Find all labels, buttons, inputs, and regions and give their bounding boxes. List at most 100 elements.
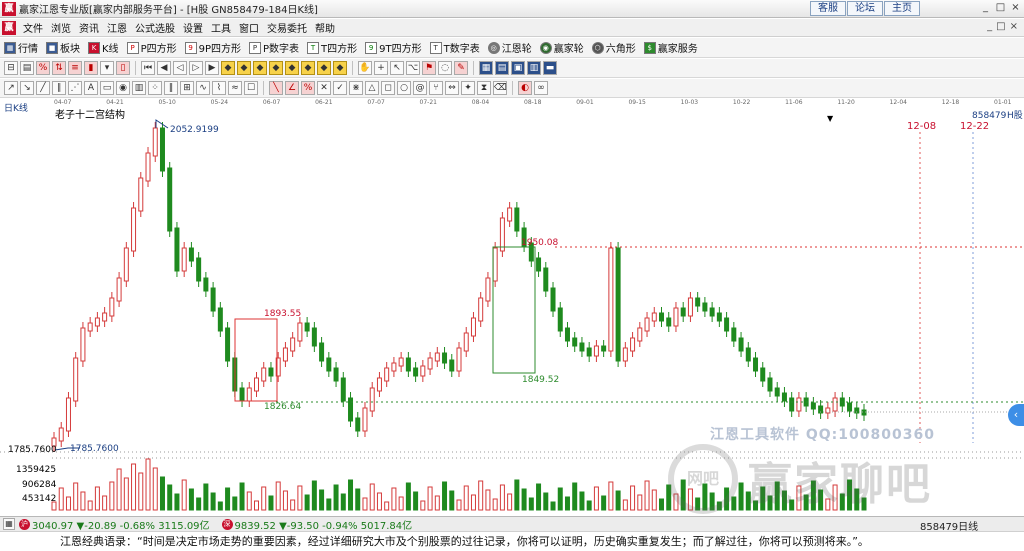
spiral-tool-icon[interactable]: @ bbox=[413, 81, 427, 95]
menu-settings[interactable]: 设置 bbox=[179, 20, 207, 35]
toolbar-t-square-button[interactable]: T T四方形 bbox=[307, 40, 357, 55]
forum-link[interactable]: 论坛 bbox=[847, 1, 883, 16]
menu-info[interactable]: 资讯 bbox=[75, 20, 103, 35]
zigzag-tool-icon[interactable]: ⌇ bbox=[212, 81, 226, 95]
toolbar-kline-button[interactable]: K K线 bbox=[88, 40, 119, 55]
mdi-restore-button[interactable]: □ bbox=[996, 21, 1005, 32]
chart-settings-icon[interactable]: ▤ bbox=[20, 61, 34, 75]
toolbar-p-square-button[interactable]: P P四方形 bbox=[126, 40, 177, 55]
layout-dropdown-button[interactable]: ⊟ bbox=[4, 61, 18, 75]
toolbar-9t-square-button[interactable]: 9 9T四方形 bbox=[365, 40, 422, 55]
table-icon[interactable]: ▦ bbox=[479, 61, 493, 75]
toolbar-9p-square-button[interactable]: 9 9P四方形 bbox=[184, 40, 241, 55]
next-frame-icon[interactable]: ▶ bbox=[205, 61, 219, 75]
candle-icon[interactable]: ▮ bbox=[84, 61, 98, 75]
branch-icon[interactable]: ⌥ bbox=[406, 61, 420, 75]
toolbar-t-table-button[interactable]: T T数字表 bbox=[429, 40, 480, 55]
hand-icon[interactable]: ✋ bbox=[358, 61, 372, 75]
rays-tool-icon[interactable]: ⋇ bbox=[349, 81, 363, 95]
toolbar-blocks-button[interactable]: ■ 板块 bbox=[46, 40, 80, 55]
color-wheel-icon[interactable]: ◐ bbox=[518, 81, 532, 95]
menu-gann[interactable]: 江恩 bbox=[103, 20, 131, 35]
square-tool-icon[interactable]: ◻ bbox=[381, 81, 395, 95]
eraser-tool-icon[interactable]: ⌫ bbox=[493, 81, 507, 95]
line-tool-icon[interactable]: ╱ bbox=[36, 81, 50, 95]
homepage-link[interactable]: 主页 bbox=[884, 1, 920, 16]
diamond-tool-6-icon[interactable]: ◆ bbox=[301, 61, 315, 75]
wave-tool-icon[interactable]: ≈ bbox=[228, 81, 242, 95]
menu-tools[interactable]: 工具 bbox=[207, 20, 235, 35]
window-icon[interactable]: ▣ bbox=[511, 61, 525, 75]
arrow-tool-2-icon[interactable]: ↘ bbox=[20, 81, 34, 95]
parallel-tool-icon[interactable]: ‖ bbox=[164, 81, 178, 95]
menu-browse[interactable]: 浏览 bbox=[47, 20, 75, 35]
percent-tool-icon[interactable]: % bbox=[301, 81, 315, 95]
customer-service-link[interactable]: 客服 bbox=[810, 1, 846, 16]
menu-file[interactable]: 文件 bbox=[19, 20, 47, 35]
toolbar-hexagon-button[interactable]: ⬡ 六角形 bbox=[591, 40, 636, 55]
diamond-tool-1-icon[interactable]: ◆ bbox=[221, 61, 235, 75]
status-grid-icon[interactable]: ▦ bbox=[3, 518, 15, 530]
diamond-tool-2-icon[interactable]: ◆ bbox=[237, 61, 251, 75]
toolbar-gann-wheel-button[interactable]: ◎ 江恩轮 bbox=[487, 40, 532, 55]
red-angle-tool-icon[interactable]: ∠ bbox=[285, 81, 299, 95]
box-tool-icon[interactable]: ☐ bbox=[244, 81, 258, 95]
crosshair-icon[interactable]: + bbox=[374, 61, 388, 75]
infinity-icon[interactable]: ∞ bbox=[534, 81, 548, 95]
shenzhen-index[interactable]: 深 9839.52 ▼-93.50 -0.94% 5017.84亿 bbox=[221, 517, 417, 532]
prev-frame-icon[interactable]: ◀ bbox=[157, 61, 171, 75]
mdi-minimize-button[interactable]: _ bbox=[987, 21, 992, 32]
eye-tool-icon[interactable]: ◉ bbox=[116, 81, 130, 95]
diamond-tool-5-icon[interactable]: ◆ bbox=[285, 61, 299, 75]
diamond-tool-3-icon[interactable]: ◆ bbox=[253, 61, 267, 75]
red-line-tool-icon[interactable]: ╲ bbox=[269, 81, 283, 95]
menu-formula-select[interactable]: 公式选股 bbox=[131, 20, 179, 35]
rect-tool-icon[interactable]: ▭ bbox=[100, 81, 114, 95]
mdi-close-button[interactable]: × bbox=[1010, 21, 1018, 32]
channel-tool-icon[interactable]: ∥ bbox=[52, 81, 66, 95]
check-tool-icon[interactable]: ✓ bbox=[333, 81, 347, 95]
measure-tool-icon[interactable]: ⇔ bbox=[445, 81, 459, 95]
ring-icon[interactable]: ◌ bbox=[438, 61, 452, 75]
step-back-icon[interactable]: ◁ bbox=[173, 61, 187, 75]
minimize-button[interactable]: _ bbox=[979, 2, 992, 15]
hourglass-tool-icon[interactable]: ⧗ bbox=[477, 81, 491, 95]
fork-tool-icon[interactable]: ⑂ bbox=[429, 81, 443, 95]
fan-tool-icon[interactable]: ⋰ bbox=[68, 81, 82, 95]
diamond-tool-4-icon[interactable]: ◆ bbox=[269, 61, 283, 75]
triangle-tool-icon[interactable]: △ bbox=[365, 81, 379, 95]
diamond-tool-8-icon[interactable]: ◆ bbox=[333, 61, 347, 75]
period-dropdown-button[interactable]: ▾ bbox=[100, 61, 114, 75]
stack-icon[interactable]: ≡ bbox=[68, 61, 82, 75]
maximize-button[interactable]: □ bbox=[994, 2, 1007, 15]
close-button[interactable]: × bbox=[1009, 2, 1022, 15]
toolbar-winner-wheel-button[interactable]: ◉ 赢家轮 bbox=[539, 40, 584, 55]
toolbar-quotes-button[interactable]: ▦ 行情 bbox=[4, 40, 38, 55]
x-tool-icon[interactable]: ✕ bbox=[317, 81, 331, 95]
diamond-tool-7-icon[interactable]: ◆ bbox=[317, 61, 331, 75]
circle-tool-icon[interactable]: ○ bbox=[397, 81, 411, 95]
expand-panel-button[interactable]: ‹ bbox=[1008, 404, 1024, 426]
toolbar-service-button[interactable]: $ 赢家服务 bbox=[643, 40, 698, 55]
menu-help[interactable]: 帮助 bbox=[311, 20, 339, 35]
flag-icon[interactable]: ⚑ bbox=[422, 61, 436, 75]
grid-tool-icon[interactable]: ⊞ bbox=[180, 81, 194, 95]
cursor-icon[interactable]: ↖ bbox=[390, 61, 404, 75]
red-candle-icon[interactable]: ▯ bbox=[116, 61, 130, 75]
menu-window[interactable]: 窗口 bbox=[235, 20, 263, 35]
mark-icon[interactable]: ✎ bbox=[454, 61, 468, 75]
cycle-tool-icon[interactable]: ∿ bbox=[196, 81, 210, 95]
sheet-icon[interactable]: ▤ bbox=[495, 61, 509, 75]
menu-trade[interactable]: 交易委托 bbox=[263, 20, 311, 35]
dots-tool-icon[interactable]: ⁘ bbox=[148, 81, 162, 95]
car-icon[interactable]: ▬ bbox=[543, 61, 557, 75]
pair-icon[interactable]: ⇅ bbox=[52, 61, 66, 75]
toolbar-p-table-button[interactable]: P P数字表 bbox=[249, 40, 299, 55]
ratio-icon[interactable]: % bbox=[36, 61, 50, 75]
text-tool-icon[interactable]: A bbox=[84, 81, 98, 95]
star-tool-icon[interactable]: ✦ bbox=[461, 81, 475, 95]
tile-icon[interactable]: ▥ bbox=[527, 61, 541, 75]
step-forward-icon[interactable]: ▷ bbox=[189, 61, 203, 75]
arrow-tool-icon[interactable]: ↗ bbox=[4, 81, 18, 95]
first-frame-icon[interactable]: ⏮ bbox=[141, 61, 155, 75]
